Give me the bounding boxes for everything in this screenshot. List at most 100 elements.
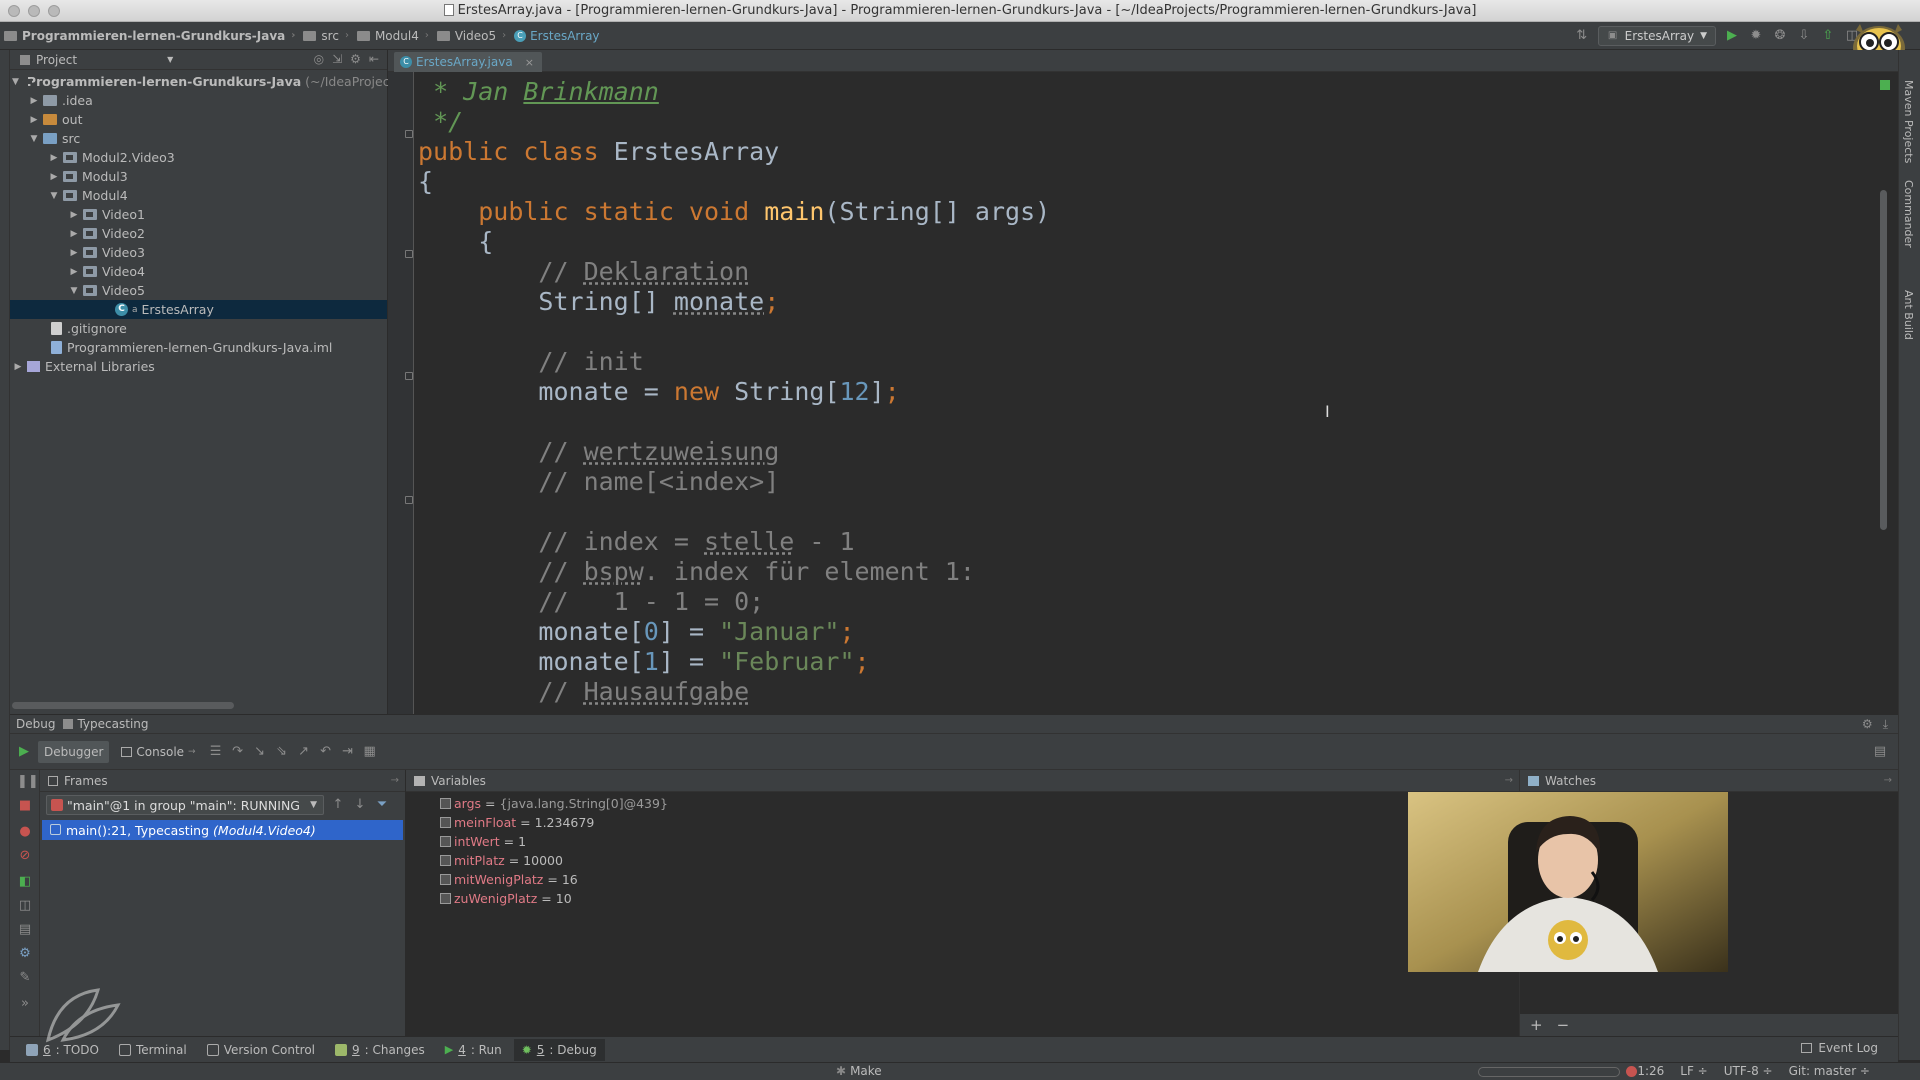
pin-icon[interactable]: → — [391, 775, 399, 786]
right-tool-strip[interactable]: Maven Projects Commander Ant Build — [1898, 50, 1920, 1060]
step-out-icon[interactable]: ↗ — [296, 744, 312, 760]
vcs-update-icon[interactable]: ⇩ — [1796, 28, 1812, 44]
line-separator[interactable]: LF ÷ — [1680, 1064, 1707, 1078]
snapshot-icon[interactable]: ◫ — [17, 898, 33, 914]
collapsed-arrow-icon[interactable]: ▶ — [12, 362, 24, 372]
file-encoding[interactable]: UTF-8 ÷ — [1724, 1064, 1773, 1078]
thread-select[interactable]: "main"@1 in group "main": RUNNING ▼ — [46, 795, 324, 815]
locate-icon[interactable]: ◎ — [314, 52, 324, 66]
fold-marker-icon[interactable] — [405, 496, 413, 504]
tree-item-video1[interactable]: ▶ Video1 — [10, 205, 387, 224]
expanded-arrow-icon[interactable]: ▼ — [28, 134, 40, 144]
collapsed-arrow-icon[interactable]: ▶ — [68, 267, 80, 277]
collapsed-arrow-icon[interactable]: ▶ — [68, 229, 80, 239]
restore-layout-icon[interactable]: ▤ — [1872, 744, 1888, 760]
background-progress-bar[interactable] — [1478, 1067, 1620, 1077]
frame-row[interactable]: main():21, Typecasting (Modul4.Video4) — [42, 820, 403, 840]
run-icon[interactable]: ▶ — [1724, 28, 1740, 44]
show-execution-point-icon[interactable]: ☰ — [208, 744, 224, 760]
drop-frame-icon[interactable]: ↶ — [318, 744, 334, 760]
expanded-arrow-icon[interactable]: ▼ — [48, 191, 60, 201]
step-over-icon[interactable]: ↷ — [230, 744, 246, 760]
breadcrumb-modul4[interactable]: Modul4 › — [353, 29, 433, 43]
tree-item-video3[interactable]: ▶ Video3 — [10, 243, 387, 262]
expanded-arrow-icon[interactable]: ▼ — [12, 77, 19, 87]
tree-item-out[interactable]: ▶ out — [10, 110, 387, 129]
left-tool-strip[interactable] — [0, 50, 10, 1050]
filter-icon[interactable]: ⏷ — [374, 797, 390, 813]
variable-row[interactable]: args = {java.lang.String[0]@439} — [406, 794, 1519, 813]
inspection-ok-icon[interactable] — [1880, 80, 1890, 90]
editor-vertical-scrollbar[interactable] — [1880, 190, 1887, 530]
structure-icon[interactable]: ⇅ — [1574, 28, 1590, 44]
arrow-down-icon[interactable]: ↓ — [352, 797, 368, 813]
tree-item-external-libraries[interactable]: ▶ External Libraries — [10, 357, 387, 376]
collapse-icon[interactable]: ⇲ — [332, 52, 342, 66]
debug-config-tab[interactable]: Typecasting — [63, 717, 149, 731]
variable-row[interactable]: mitWenigPlatz = 16 — [406, 870, 1519, 889]
run-configuration-select[interactable]: ▣ ErstesArray ▼ — [1597, 26, 1716, 46]
hide-panel-icon[interactable]: ⤓ — [1883, 717, 1888, 732]
mute-breakpoints-icon[interactable]: ⊘ — [17, 848, 33, 864]
more-icon[interactable]: » — [17, 996, 33, 1012]
resume-icon[interactable]: ▶ — [16, 744, 32, 760]
tree-item-modul2-video3[interactable]: ▶ Modul2.Video3 — [10, 148, 387, 167]
tree-item-gitignore[interactable]: .gitignore — [10, 319, 387, 338]
collapsed-arrow-icon[interactable]: ▶ — [48, 172, 60, 182]
breadcrumb-src[interactable]: src › — [299, 29, 353, 43]
maven-projects-tab[interactable]: Maven Projects — [1902, 80, 1915, 163]
project-view-select[interactable]: Project ▼ ◎ ⇲ ⚙ ⇤ — [10, 50, 387, 70]
collapsed-arrow-icon[interactable]: ▶ — [68, 210, 80, 220]
breadcrumb-class[interactable]: C ErstesArray — [510, 29, 603, 43]
tool-tab-version-control[interactable]: Version Control — [199, 1039, 323, 1061]
evaluate-icon[interactable]: ▦ — [362, 744, 378, 760]
hide-icon[interactable]: ⇤ — [369, 52, 379, 66]
breadcrumb-project[interactable]: Programmieren-lernen-Grundkurs-Java › — [0, 29, 299, 43]
tool-tab-run[interactable]: ▶ 4: Run — [437, 1039, 510, 1061]
tree-item-idea[interactable]: ▶ .idea — [10, 91, 387, 110]
variable-row[interactable]: intWert = 1 — [406, 832, 1519, 851]
collapsed-arrow-icon[interactable]: ▶ — [28, 96, 40, 106]
arrow-up-icon[interactable]: ↑ — [330, 797, 346, 813]
add-watch-icon[interactable]: + — [1530, 1016, 1543, 1034]
tree-item-src[interactable]: ▼ src — [10, 129, 387, 148]
close-tab-icon[interactable]: × — [525, 56, 534, 69]
tool-tab-debug[interactable]: ✹ 5: Debug — [513, 1038, 605, 1061]
pause-icon[interactable]: ❚❚ — [17, 774, 39, 790]
expanded-arrow-icon[interactable]: ▼ — [68, 286, 80, 296]
pin-icon[interactable]: → — [1884, 775, 1892, 786]
tree-item-video2[interactable]: ▶ Video2 — [10, 224, 387, 243]
run-to-cursor-icon[interactable]: ⇥ — [340, 744, 356, 760]
vcs-branch[interactable]: Git: master ÷ — [1789, 1064, 1870, 1078]
variable-row[interactable]: mitPlatz = 10000 — [406, 851, 1519, 870]
collapsed-arrow-icon[interactable]: ▶ — [48, 153, 60, 163]
project-horizontal-scrollbar[interactable] — [12, 702, 234, 709]
editor-tab-erstesarray[interactable]: C ErstesArray.java × — [394, 52, 542, 72]
step-into-icon[interactable]: ↘ — [252, 744, 268, 760]
tree-item-video4[interactable]: ▶ Video4 — [10, 262, 387, 281]
tree-item-iml[interactable]: Programmieren-lernen-Grundkurs-Java.iml — [10, 338, 387, 357]
remove-watch-icon[interactable]: − — [1557, 1016, 1570, 1034]
error-indicator-icon[interactable] — [1626, 1066, 1637, 1077]
event-log-button[interactable]: Event Log — [1801, 1041, 1878, 1055]
pin-icon[interactable]: → — [1505, 775, 1513, 786]
code-editor[interactable]: * Jan Brinkmann */ public class ErstesAr… — [418, 77, 1878, 714]
layout-icon[interactable]: ▤ — [17, 922, 33, 938]
variable-row[interactable]: meinFloat = 1.234679 — [406, 813, 1519, 832]
tree-item-root[interactable]: ▼ Programmieren-lernen-Grundkurs-Java (~/I… — [10, 72, 394, 91]
gear-icon[interactable]: ⚙ — [1862, 717, 1873, 732]
editor-gutter[interactable] — [388, 72, 414, 714]
stop-icon[interactable]: ■ — [17, 798, 33, 814]
collapsed-arrow-icon[interactable]: ▶ — [28, 115, 40, 125]
gear-icon[interactable]: ⚙ — [350, 52, 361, 66]
breadcrumb-video5[interactable]: Video5 › — [433, 29, 510, 43]
ant-build-tab[interactable]: Ant Build — [1902, 290, 1915, 340]
pin-tab-icon[interactable]: ✎ — [17, 970, 33, 986]
debug-icon[interactable]: ✹ — [1748, 28, 1764, 44]
tree-item-erstesarray[interactable]: Ca ErstesArray — [10, 300, 387, 319]
commander-tab[interactable]: Commander — [1902, 180, 1915, 248]
variable-row[interactable]: zuWenigPlatz = 10 — [406, 889, 1519, 908]
collapsed-arrow-icon[interactable]: ▶ — [68, 248, 80, 258]
fold-marker-icon[interactable] — [405, 372, 413, 380]
fold-marker-icon[interactable] — [405, 130, 413, 138]
